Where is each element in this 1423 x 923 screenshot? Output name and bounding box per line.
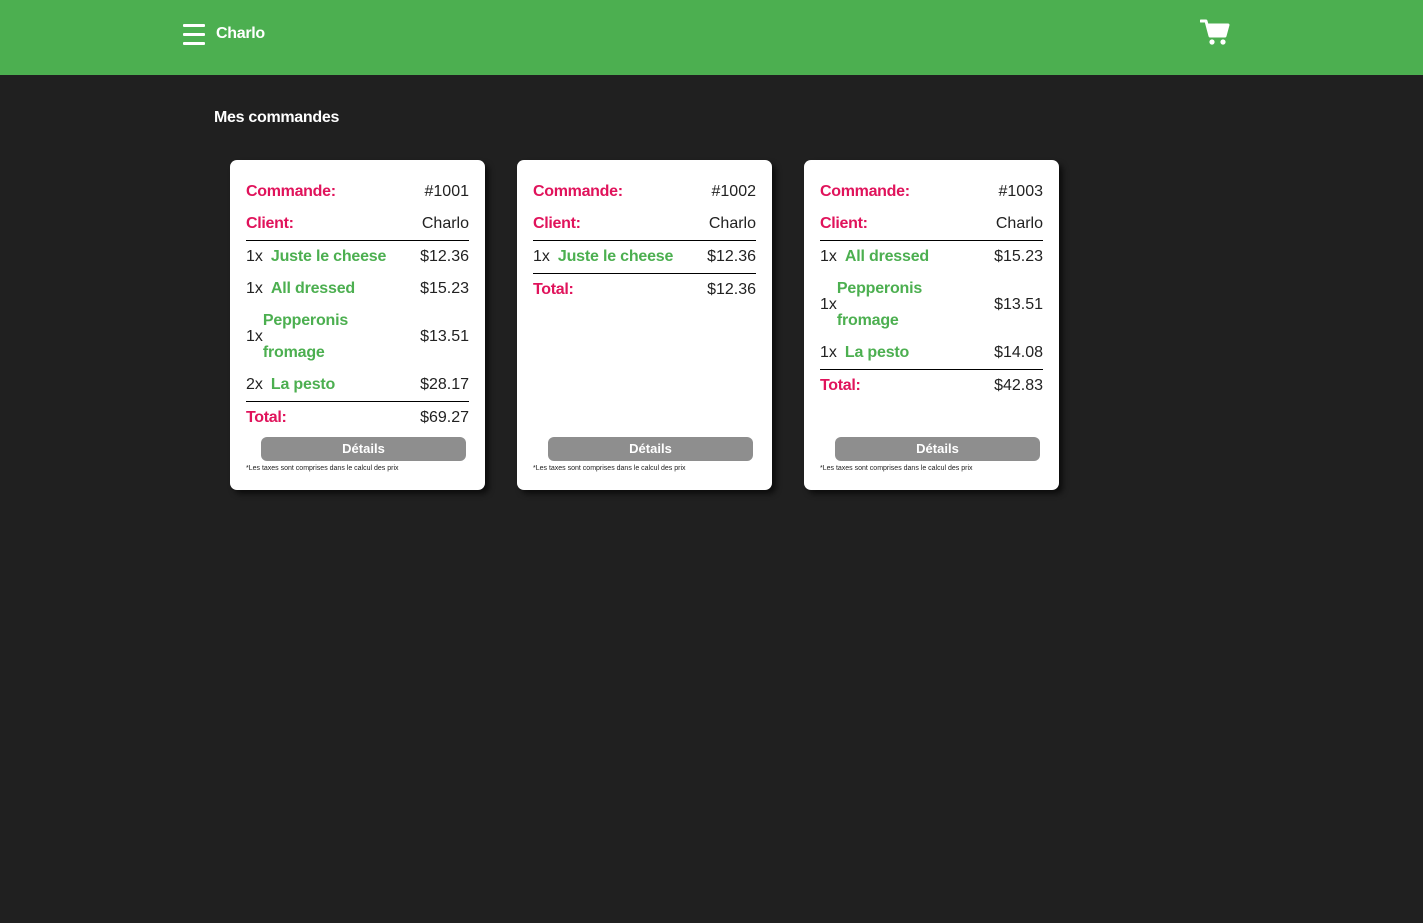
total-label: Total: xyxy=(820,377,861,394)
item-price: $15.23 xyxy=(420,280,469,297)
order-number: #1002 xyxy=(711,183,757,200)
client-row: Client: Charlo xyxy=(533,208,756,240)
item-name: Pepperonis fromage xyxy=(262,312,349,361)
item-name: Juste le cheese xyxy=(270,248,387,265)
item-name: All dressed xyxy=(844,248,929,265)
tax-note: *Les taxes sont comprises dans le calcul… xyxy=(533,465,686,472)
item-name: Pepperonis fromage xyxy=(836,280,923,329)
order-number: #1003 xyxy=(998,183,1044,200)
order-card: Commande: #1003 Client: Charlo 1x All dre… xyxy=(804,160,1059,490)
top-nav-bar: Charlo xyxy=(0,0,1423,75)
username-link[interactable]: Charlo xyxy=(216,24,265,44)
total-row: Total: $12.36 xyxy=(533,274,756,306)
total-label: Total: xyxy=(533,281,574,298)
tax-note: *Les taxes sont comprises dans le calcul… xyxy=(246,465,399,472)
order-item: 2x La pesto $28.17 xyxy=(246,369,469,401)
client-label: Client: xyxy=(533,215,581,232)
order-card: Commande: #1002 Client: Charlo 1x Juste l… xyxy=(517,160,772,490)
item-price: $13.51 xyxy=(420,328,469,345)
item-price: $28.17 xyxy=(420,376,469,393)
order-item: 1x All dressed $15.23 xyxy=(246,273,469,305)
hamburger-menu-icon[interactable] xyxy=(183,24,206,46)
client-name: Charlo xyxy=(995,215,1043,232)
order-item: 1x Pepperonis fromage $13.51 xyxy=(246,305,469,369)
client-label: Client: xyxy=(246,215,294,232)
total-label: Total: xyxy=(246,409,287,426)
item-quantity: 2x xyxy=(246,376,263,393)
client-row: Client: Charlo xyxy=(820,208,1043,240)
order-card: Commande: #1001 Client: Charlo 1x Juste l… xyxy=(230,160,485,490)
total-value: $69.27 xyxy=(420,409,469,426)
item-price: $12.36 xyxy=(707,248,756,265)
item-quantity: 1x xyxy=(246,328,263,345)
order-label: Commande: xyxy=(246,183,336,200)
item-name: La pesto xyxy=(844,344,910,361)
tax-note: *Les taxes sont comprises dans le calcul… xyxy=(820,465,973,472)
item-quantity: 1x xyxy=(533,248,550,265)
order-number-row: Commande: #1002 xyxy=(533,176,756,208)
item-quantity: 1x xyxy=(820,296,837,313)
item-name: Juste le cheese xyxy=(557,248,674,265)
page-title: Mes commandes xyxy=(214,109,340,126)
order-label: Commande: xyxy=(533,183,623,200)
item-quantity: 1x xyxy=(820,248,837,265)
item-quantity: 1x xyxy=(246,248,263,265)
order-number-row: Commande: #1001 xyxy=(246,176,469,208)
order-number: #1001 xyxy=(424,183,470,200)
details-button[interactable]: Détails xyxy=(835,437,1040,461)
order-item: 1x La pesto $14.08 xyxy=(820,337,1043,369)
item-price: $13.51 xyxy=(994,296,1043,313)
order-item: 1x Juste le cheese $12.36 xyxy=(246,241,469,273)
order-label: Commande: xyxy=(820,183,910,200)
total-row: Total: $69.27 xyxy=(246,402,469,434)
total-row: Total: $42.83 xyxy=(820,370,1043,402)
client-name: Charlo xyxy=(421,215,469,232)
client-label: Client: xyxy=(820,215,868,232)
total-value: $42.83 xyxy=(994,377,1043,394)
order-number-row: Commande: #1003 xyxy=(820,176,1043,208)
details-button[interactable]: Détails xyxy=(261,437,466,461)
item-name: All dressed xyxy=(270,280,355,297)
shopping-cart-icon[interactable] xyxy=(1200,19,1230,46)
item-name: La pesto xyxy=(270,376,336,393)
item-price: $12.36 xyxy=(420,248,469,265)
order-item: 1x Juste le cheese $12.36 xyxy=(533,241,756,273)
total-value: $12.36 xyxy=(707,281,756,298)
item-price: $14.08 xyxy=(994,344,1043,361)
item-quantity: 1x xyxy=(820,344,837,361)
client-row: Client: Charlo xyxy=(246,208,469,240)
order-item: 1x Pepperonis fromage $13.51 xyxy=(820,273,1043,337)
client-name: Charlo xyxy=(708,215,756,232)
item-quantity: 1x xyxy=(246,280,263,297)
item-price: $15.23 xyxy=(994,248,1043,265)
details-button[interactable]: Détails xyxy=(548,437,753,461)
order-item: 1x All dressed $15.23 xyxy=(820,241,1043,273)
